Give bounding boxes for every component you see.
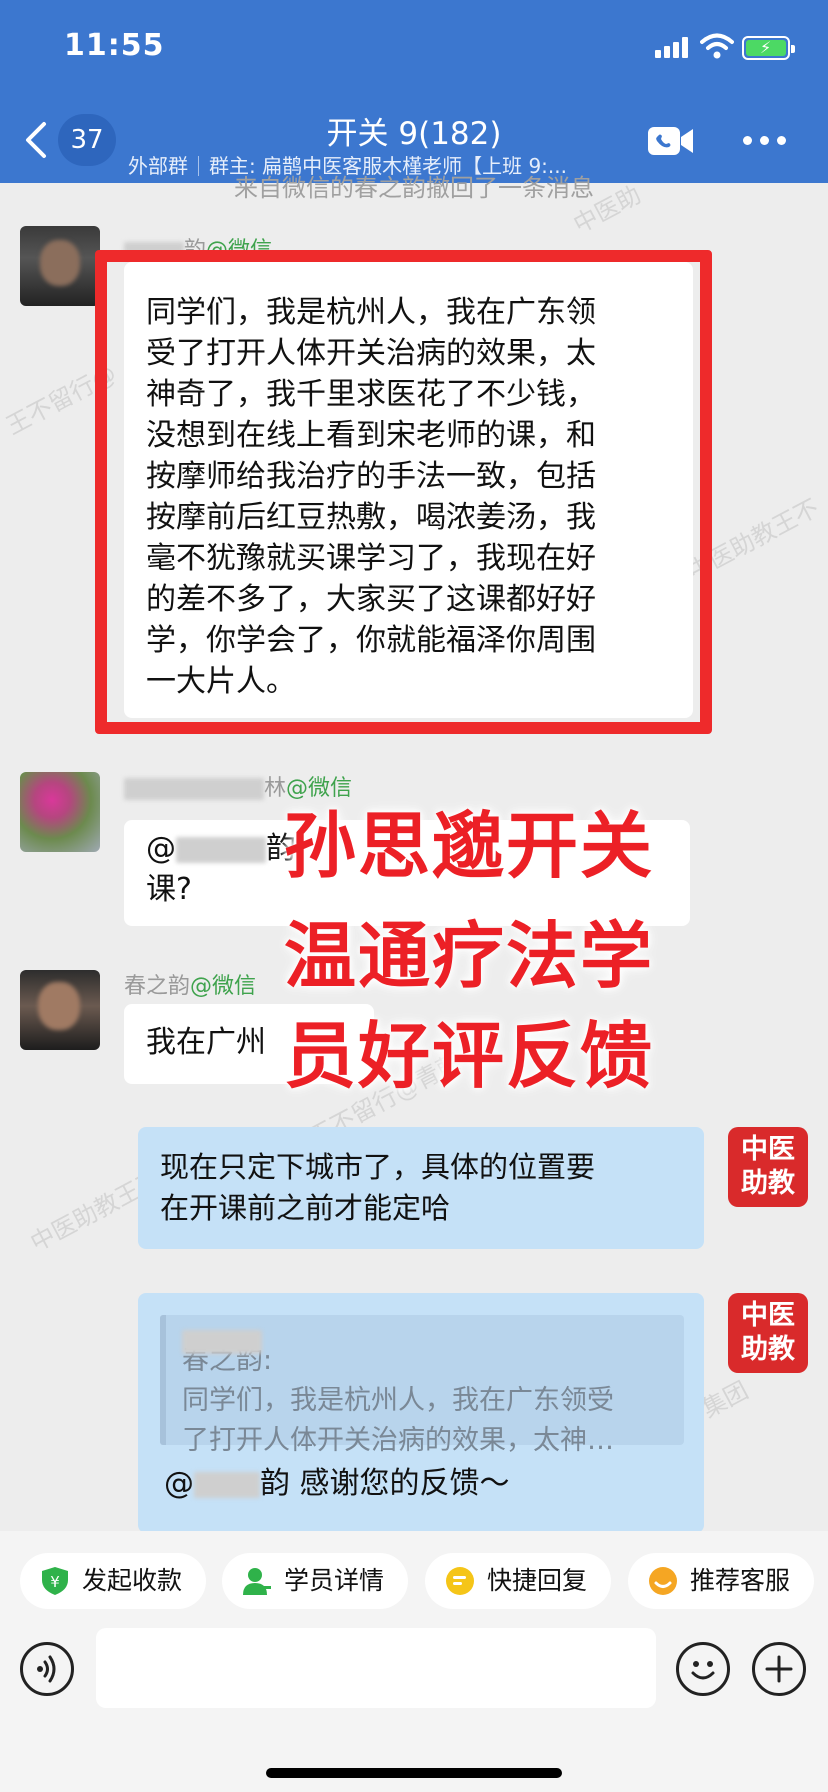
redacted-mention [176,836,266,863]
assistant-avatar-tag[interactable]: 中医 助教 [728,1127,808,1207]
overlay-title-line: 孙思邈开关 [284,804,655,888]
redacted-mention [194,1471,260,1498]
avatar[interactable] [20,226,100,306]
quick-reply-button[interactable]: 快捷回复 [425,1553,611,1609]
chat-bubble-icon [446,1567,474,1595]
add-attachment-icon[interactable] [752,1642,806,1696]
sender-name: 春之韵@微信 [124,974,257,999]
emoji-icon[interactable] [676,1642,730,1696]
battery-icon: ⚡ [742,36,795,60]
avatar[interactable] [20,970,100,1050]
sender-name: 林@微信 [124,770,352,802]
video-call-icon[interactable] [647,124,695,158]
message-input[interactable] [96,1628,656,1708]
shield-yen-icon: ¥ [42,1567,68,1595]
redacted-name [124,778,264,800]
more-options-icon[interactable] [743,136,787,146]
top-bar: 11:55 ⚡ 37 开关 9(182) 外部群 群主: 扁鹊中医客服木槿老师【上… [0,0,828,183]
status-time: 11:55 [64,28,165,63]
home-indicator[interactable] [266,1768,562,1778]
chat-title: 开关 9(182) [326,116,502,152]
input-bar [0,1620,828,1792]
wifi-icon [700,33,734,59]
student-details-button[interactable]: 学员详情 [222,1553,408,1609]
redacted-name [182,1329,262,1354]
overlay-title-line: 员好评反馈 [284,1014,655,1098]
system-note: 来自微信的春之韵撤回了一条消息 [234,174,594,202]
recommend-service-button[interactable]: 推荐客服 [628,1553,814,1609]
voice-input-icon[interactable] [20,1642,74,1696]
quick-action-bar: ¥ 发起收款 学员详情 快捷回复 推荐客服 [0,1531,828,1631]
highlight-frame [95,250,712,734]
overlay-title-line: 温通疗法学 [284,914,655,998]
avatar[interactable] [20,772,100,852]
assistant-avatar-tag[interactable]: 中医 助教 [728,1293,808,1373]
svg-text:¥: ¥ [50,1573,60,1591]
my-message-bubble[interactable]: 现在只定下城市了，具体的位置要 在开课前之前才能定哈 [138,1127,704,1249]
my-message-bubble[interactable]: 春之韵: 同学们，我是杭州人，我在广东领受 了打开人体开关治病的效果，太神… @… [138,1293,704,1533]
payment-button[interactable]: ¥ 发起收款 [20,1553,206,1609]
headset-icon [649,1567,677,1595]
cellular-signal-icon [655,36,691,58]
quote-bar [160,1315,166,1445]
person-icon [243,1568,271,1595]
reply-text: @ 韵 感谢您的反馈～ [164,1466,510,1501]
quoted-message[interactable]: 春之韵: 同学们，我是杭州人，我在广东领受 了打开人体开关治病的效果，太神… [160,1315,684,1456]
